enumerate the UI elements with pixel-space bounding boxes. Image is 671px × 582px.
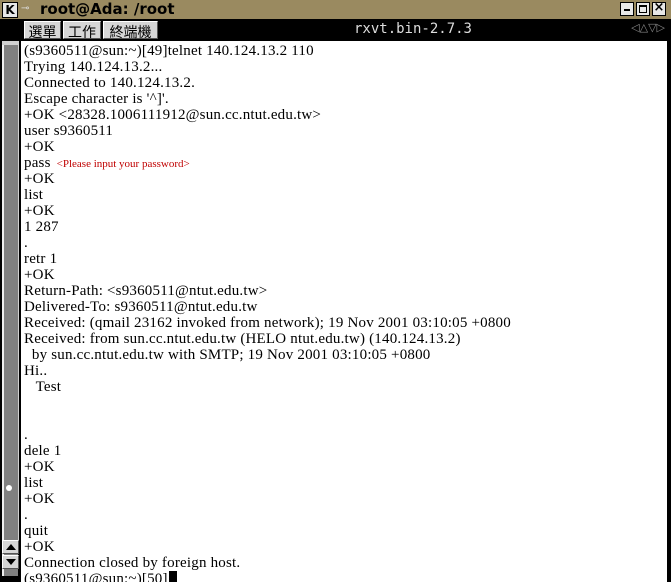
terminal-lines: (s9360511@sun:~)[49]telnet 140.124.13.2 … [24, 43, 511, 582]
window-menu-button[interactable]: K [2, 2, 18, 18]
terminal-line-text: . [24, 507, 28, 523]
terminal-line-text: +OK [24, 491, 55, 507]
terminal-line: Connected to 140.124.13.2. [24, 75, 511, 91]
scrollbar-thumb[interactable] [2, 45, 18, 576]
terminal-line-text: +OK [24, 203, 55, 219]
terminal-line-text: (s9360511@sun:~)[49]telnet 140.124.13.2 … [24, 43, 314, 59]
terminal-line-text: Connection closed by foreign host. [24, 555, 241, 571]
terminal-line: . [24, 427, 511, 443]
terminal-line: by sun.cc.ntut.edu.tw with SMTP; 19 Nov … [24, 347, 511, 363]
terminal-line: Test [24, 379, 511, 395]
terminal-line: Return-Path: <s9360511@ntut.edu.tw> [24, 283, 511, 299]
terminal-line: (s9360511@sun:~)[49]telnet 140.124.13.2 … [24, 43, 511, 59]
menu-work[interactable]: 工作 [63, 21, 101, 41]
terminal-line: 1 287 [24, 219, 511, 235]
terminal-line: +OK [24, 203, 511, 219]
terminal-line-text: Return-Path: <s9360511@ntut.edu.tw> [24, 283, 268, 299]
terminal-line-text: . [24, 235, 28, 251]
terminal-title: rxvt.bin-2.7.3 [160, 21, 666, 39]
terminal-line-text: +OK <28328.1006111912@sun.cc.ntut.edu.tw… [24, 107, 322, 123]
scroll-up-button[interactable] [2, 540, 19, 554]
text-cursor [168, 571, 177, 582]
terminal-line: user s9360511 [24, 123, 511, 139]
terminal-line: +OK [24, 139, 511, 155]
terminal-line: Delivered-To: s9360511@ntut.edu.tw [24, 299, 511, 315]
terminal-line-text: Escape character is '^]'. [24, 91, 169, 107]
terminal-line-text: Hi.. [24, 363, 48, 379]
pin-icon[interactable]: ⊸ [21, 3, 35, 15]
terminal-line-text: Connected to 140.124.13.2. [24, 75, 196, 91]
terminal-line: pass <Please input your password> [24, 155, 511, 171]
terminal-line: +OK [24, 171, 511, 187]
password-note: <Please input your password> [56, 158, 190, 170]
terminal-line-text: Received: from sun.cc.ntut.edu.tw (HELO … [24, 331, 461, 347]
menu-bar: 選單 工作 終端機 rxvt.bin-2.7.3 ◁△▽▷ [0, 20, 671, 41]
maximize-button[interactable] [636, 2, 650, 16]
terminal-line-text: list [24, 187, 44, 203]
terminal-line: Trying 140.124.13.2... [24, 59, 511, 75]
scroll-arrows-icon[interactable]: ◁△▽▷ [631, 21, 665, 39]
title-bar[interactable]: K ⊸ root@Ada: /root [0, 0, 671, 20]
scrollbar[interactable] [0, 41, 21, 582]
terminal-line-text: +OK [24, 459, 55, 475]
terminal-line: Escape character is '^]'. [24, 91, 511, 107]
terminal-line-text: (s9360511@sun:~)[50] [24, 571, 168, 582]
terminal-line: Received: from sun.cc.ntut.edu.tw (HELO … [24, 331, 511, 347]
scroll-down-button[interactable] [2, 555, 19, 569]
terminal-line: dele 1 [24, 443, 511, 459]
terminal-line: +OK <28328.1006111912@sun.cc.ntut.edu.tw… [24, 107, 511, 123]
scrollbar-grip-icon[interactable] [6, 485, 12, 491]
terminal-line-text: +OK [24, 539, 55, 555]
terminal-line-text: Received: (qmail 23162 invoked from netw… [24, 315, 511, 331]
terminal-line-text: dele 1 [24, 443, 62, 459]
terminal-line: +OK [24, 539, 511, 555]
terminal-line: quit [24, 523, 511, 539]
terminal-line: list [24, 187, 511, 203]
terminal-line: . [24, 235, 511, 251]
terminal-line-text: . [24, 427, 28, 443]
terminal-line-text: 1 287 [24, 219, 59, 235]
terminal-line: Received: (qmail 23162 invoked from netw… [24, 315, 511, 331]
terminal-line: +OK [24, 491, 511, 507]
minimize-button[interactable] [620, 2, 634, 16]
terminal-line-text: quit [24, 523, 49, 539]
terminal-line-text: by sun.cc.ntut.edu.tw with SMTP; 19 Nov … [24, 347, 431, 363]
terminal-window: K ⊸ root@Ada: /root 選單 工作 終端機 rxvt.bin-2… [0, 0, 671, 582]
terminal-line: Hi.. [24, 363, 511, 379]
terminal-line-text: list [24, 475, 44, 491]
terminal-line-text: +OK [24, 139, 55, 155]
terminal-line-text: Test [24, 379, 62, 395]
terminal-line-text: pass [24, 155, 51, 171]
menu-terminal[interactable]: 終端機 [103, 21, 158, 41]
window-title: root@Ada: /root [40, 0, 175, 18]
close-button[interactable] [652, 0, 666, 16]
terminal-line: (s9360511@sun:~)[50] [24, 571, 511, 582]
terminal-line-text: user s9360511 [24, 123, 114, 139]
terminal-line-text: +OK [24, 267, 55, 283]
terminal-line-text: +OK [24, 171, 55, 187]
terminal-line: +OK [24, 267, 511, 283]
terminal-line: retr 1 [24, 251, 511, 267]
terminal-line: +OK [24, 459, 511, 475]
terminal-line-text: Delivered-To: s9360511@ntut.edu.tw [24, 299, 258, 315]
terminal-line: . [24, 507, 511, 523]
terminal-line: list [24, 475, 511, 491]
terminal-line-text: retr 1 [24, 251, 58, 267]
terminal-line: Connection closed by foreign host. [24, 555, 511, 571]
terminal-output[interactable]: (s9360511@sun:~)[49]telnet 140.124.13.2 … [21, 41, 671, 582]
terminal-line-text: Trying 140.124.13.2... [24, 59, 163, 75]
menu-main[interactable]: 選單 [24, 21, 61, 41]
